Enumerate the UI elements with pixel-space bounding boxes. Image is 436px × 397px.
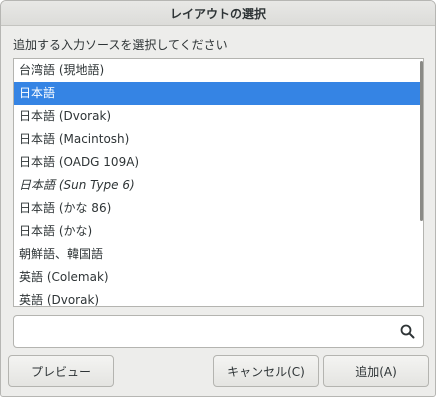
list-item[interactable]: 朝鮮語、韓国語 bbox=[14, 243, 423, 266]
layout-list[interactable]: 台湾語 (現地語) 日本語 日本語 (Dvorak) 日本語 (Macintosh) 日… bbox=[13, 58, 424, 307]
layout-list-items: 台湾語 (現地語) 日本語 日本語 (Dvorak) 日本語 (Macintosh) 日… bbox=[14, 59, 423, 306]
dialog-title: レイアウトの選択 bbox=[169, 7, 266, 21]
preview-button[interactable]: プレビュー bbox=[8, 355, 114, 387]
search-icon[interactable] bbox=[400, 324, 415, 339]
search-box[interactable] bbox=[13, 315, 424, 348]
layout-select-dialog: レイアウトの選択 追加する入力ソースを選択してください 台湾語 (現地語) 日本語… bbox=[0, 0, 436, 397]
list-item[interactable]: 英語 (Dvorak) bbox=[14, 289, 423, 306]
list-scrollbar[interactable] bbox=[420, 59, 423, 306]
list-item[interactable]: 英語 (Colemak) bbox=[14, 266, 423, 289]
list-item[interactable]: 日本語 bbox=[14, 82, 423, 105]
prompt-label: 追加する入力ソースを選択してください bbox=[13, 38, 228, 52]
list-item[interactable]: 日本語 (Sun Type 6) bbox=[14, 174, 423, 197]
scrollbar-thumb[interactable] bbox=[420, 61, 423, 221]
cancel-button[interactable]: キャンセル(C) bbox=[213, 355, 319, 387]
list-item[interactable]: 日本語 (かな) bbox=[14, 220, 423, 243]
add-button[interactable]: 追加(A) bbox=[323, 355, 429, 387]
list-item[interactable]: 台湾語 (現地語) bbox=[14, 59, 423, 82]
title-bar[interactable]: レイアウトの選択 bbox=[1, 1, 435, 26]
list-item[interactable]: 日本語 (Macintosh) bbox=[14, 128, 423, 151]
search-input[interactable] bbox=[20, 321, 394, 343]
list-item[interactable]: 日本語 (かな 86) bbox=[14, 197, 423, 220]
list-item[interactable]: 日本語 (OADG 109A) bbox=[14, 151, 423, 174]
list-item[interactable]: 日本語 (Dvorak) bbox=[14, 105, 423, 128]
